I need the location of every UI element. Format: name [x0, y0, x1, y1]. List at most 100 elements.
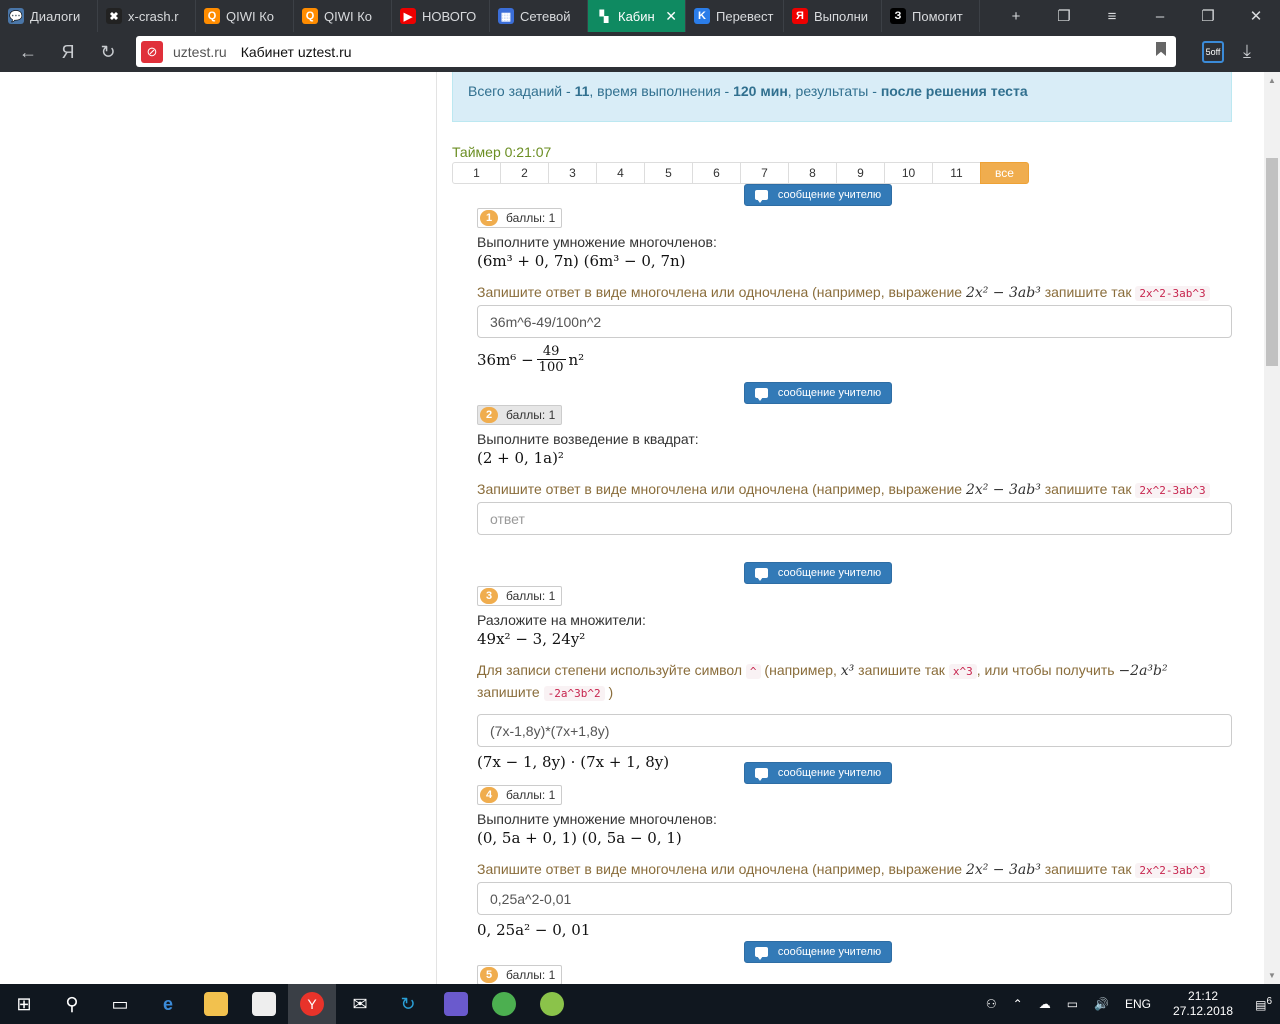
- browser-tab[interactable]: ▚ Кабин ✕: [588, 0, 686, 32]
- tab-favicon-icon: ▶: [400, 8, 416, 24]
- pager-item[interactable]: 6: [692, 162, 741, 184]
- pager-item[interactable]: 9: [836, 162, 885, 184]
- volume-icon[interactable]: 🔊: [1094, 997, 1109, 1011]
- network-icon[interactable]: ☁: [1039, 997, 1051, 1011]
- pager-item[interactable]: 11: [932, 162, 981, 184]
- edge-icon[interactable]: e: [144, 984, 192, 1024]
- answer-preview: 36m⁶ −49 100 n²: [477, 344, 1232, 375]
- answer-input[interactable]: ответ: [477, 502, 1232, 535]
- browser-tab[interactable]: ✖ x-crash.r: [98, 0, 196, 32]
- pager-item[interactable]: 5: [644, 162, 693, 184]
- browser-tab[interactable]: Q QIWI Ко: [196, 0, 294, 32]
- question-text: Выполните умножение многочленов:: [477, 234, 717, 250]
- message-teacher-button[interactable]: сообщение учителю: [744, 941, 892, 963]
- message-teacher-button[interactable]: сообщение учителю: [744, 382, 892, 404]
- tab-label: Помогит: [912, 8, 963, 24]
- yandex-browser-icon[interactable]: Y: [288, 984, 336, 1024]
- site-security-icon[interactable]: ⊘: [141, 40, 163, 63]
- scroll-down-icon[interactable]: ▼: [1268, 971, 1276, 980]
- start-icon[interactable]: ⊞: [0, 984, 48, 1024]
- browser-tab[interactable]: 💬 Диалоги: [0, 0, 98, 32]
- pager-item[interactable]: 7: [740, 162, 789, 184]
- store-icon[interactable]: [240, 984, 288, 1024]
- battery-icon[interactable]: ▭: [1067, 997, 1078, 1011]
- browser-tab[interactable]: ▦ Сетевой: [490, 0, 588, 32]
- fraction-denominator: 100: [536, 359, 566, 375]
- explorer-icon[interactable]: [192, 984, 240, 1024]
- question-number: 3: [480, 588, 498, 604]
- notification-icon[interactable]: ▤6: [1255, 996, 1272, 1012]
- tab-manager-icon[interactable]: ❐: [1040, 7, 1088, 25]
- power-hint: Для записи степени используйте символ ^ …: [477, 660, 1232, 704]
- pager-item[interactable]: 8: [788, 162, 837, 184]
- extension-icon[interactable]: 5off: [1202, 41, 1224, 63]
- message-teacher-button[interactable]: сообщение учителю: [744, 562, 892, 584]
- menu-icon[interactable]: ≡: [1088, 8, 1136, 25]
- close-window-button[interactable]: ✕: [1232, 7, 1280, 25]
- answer-input[interactable]: 0,25a^2-0,01: [477, 882, 1232, 915]
- hint-text: (например,: [760, 662, 841, 678]
- tab-label: Перевест: [716, 8, 774, 24]
- task-view-icon[interactable]: ▭: [96, 984, 144, 1024]
- browser-tab[interactable]: З Помогит: [882, 0, 980, 32]
- score-label: баллы: 1: [506, 408, 556, 422]
- answer-input[interactable]: 36m^6-49/100n^2: [477, 305, 1232, 338]
- url-field[interactable]: ⊘ uztest.ru Кабинет uztest.ru: [136, 36, 1176, 67]
- torrent-icon[interactable]: [480, 984, 528, 1024]
- answer-input[interactable]: (7x-1,8y)*(7x+1,8y): [477, 714, 1232, 747]
- bookmark-icon[interactable]: [1156, 42, 1166, 56]
- pager-item[interactable]: 10: [884, 162, 933, 184]
- tab-favicon-icon: K: [694, 8, 710, 24]
- browser-tab[interactable]: ▶ НОВОГО: [392, 0, 490, 32]
- comment-icon: [754, 388, 768, 401]
- tab-favicon-icon: ✖: [106, 8, 122, 24]
- pager-item[interactable]: 4: [596, 162, 645, 184]
- scroll-up-icon[interactable]: ▲: [1268, 76, 1276, 85]
- yandex-icon[interactable]: Я: [48, 42, 88, 63]
- message-teacher-button[interactable]: сообщение учителю: [744, 762, 892, 784]
- language-indicator[interactable]: ENG: [1125, 997, 1151, 1011]
- mail-icon[interactable]: ✉: [336, 984, 384, 1024]
- download-icon[interactable]: ⤓: [1243, 41, 1251, 62]
- score-badge: 3 баллы: 1: [477, 586, 563, 606]
- minimize-button[interactable]: –: [1136, 8, 1184, 25]
- comment-icon: [754, 190, 768, 203]
- question-text: Выполните возведение в квадрат:: [477, 431, 699, 447]
- pager-item[interactable]: 2: [500, 162, 549, 184]
- close-tab-icon[interactable]: ✕: [665, 8, 677, 25]
- answer-hint: Запишите ответ в виде многочлена или одн…: [477, 282, 1232, 304]
- chevron-up-icon[interactable]: ⌃: [1013, 997, 1023, 1011]
- page-scrollbar[interactable]: ▲ ▼: [1264, 72, 1280, 984]
- question-formula: (2 + 0, 1a)²: [477, 449, 564, 467]
- test-info-alert: Всего заданий - 11, время выполнения - 1…: [452, 72, 1232, 122]
- paint-icon[interactable]: [528, 984, 576, 1024]
- message-teacher-button[interactable]: сообщение учителю: [744, 184, 892, 206]
- answer-preview: 0, 25a² − 0, 01: [477, 921, 591, 939]
- back-icon[interactable]: ←: [8, 42, 48, 63]
- preview-part: 36m⁶ −: [477, 350, 534, 369]
- pager-item[interactable]: 1: [452, 162, 501, 184]
- scrollbar-thumb[interactable]: [1266, 158, 1278, 366]
- score-label: баллы: 1: [506, 968, 556, 982]
- url-host: uztest.ru: [173, 43, 227, 60]
- search-icon[interactable]: ⚲: [48, 984, 96, 1024]
- browser-tab[interactable]: K Перевест: [686, 0, 784, 32]
- restore-button[interactable]: ❐: [1184, 7, 1232, 25]
- preview-part: n²: [568, 350, 585, 369]
- hint-math: 2x² − 3ab³: [965, 862, 1041, 878]
- new-tab-button[interactable]: +: [992, 8, 1040, 25]
- browser-tab[interactable]: Q QIWI Ко: [294, 0, 392, 32]
- update-icon[interactable]: ↻: [384, 984, 432, 1024]
- hint-code: 2x^2-3ab^3: [1135, 863, 1210, 878]
- clock[interactable]: 21:12 27.12.2018: [1173, 989, 1233, 1019]
- hint-text: Запишите ответ в виде многочлена или одн…: [477, 284, 966, 300]
- pager-item[interactable]: 3: [548, 162, 597, 184]
- hint-text: запишите так: [1040, 481, 1136, 497]
- score-badge: 5 баллы: 1: [477, 965, 563, 984]
- game-icon[interactable]: [432, 984, 480, 1024]
- reload-icon[interactable]: ↻: [88, 42, 128, 63]
- pager-item[interactable]: все: [980, 162, 1029, 184]
- people-icon[interactable]: ⚇: [986, 997, 997, 1011]
- hint-code: -2a^3b^2: [543, 686, 605, 701]
- browser-tab[interactable]: Я Выполни: [784, 0, 882, 32]
